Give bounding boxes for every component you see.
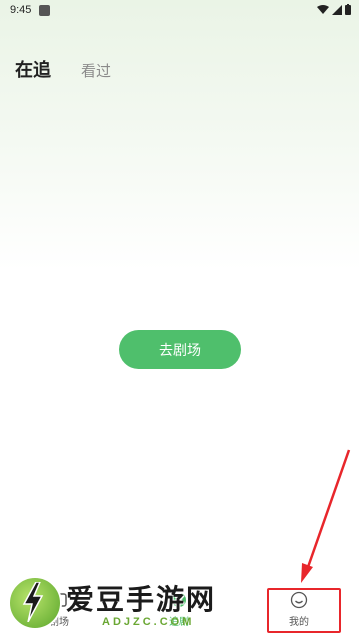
status-bar: 9:45 [0, 0, 359, 20]
watermark-logo: 爱豆手游网 ADJZC.COM [4, 572, 254, 636]
wifi-icon [317, 4, 329, 14]
status-icons [317, 4, 351, 15]
tab-watched[interactable]: 看过 [81, 60, 111, 81]
lightning-icon [22, 582, 44, 622]
tab-following[interactable]: 在追 [15, 56, 51, 82]
watermark-title: 爱豆手游网 [66, 583, 217, 616]
app-notification-icon [39, 4, 51, 16]
top-tabs: 在追 看过 [15, 56, 111, 82]
signal-icon [332, 4, 342, 15]
go-to-theater-button[interactable]: 去剧场 [119, 330, 241, 369]
annotation-arrow [301, 449, 351, 583]
highlight-box [267, 588, 341, 633]
watermark-domain: ADJZC.COM [102, 616, 195, 628]
status-time: 9:45 [10, 4, 32, 16]
battery-icon [345, 4, 351, 15]
